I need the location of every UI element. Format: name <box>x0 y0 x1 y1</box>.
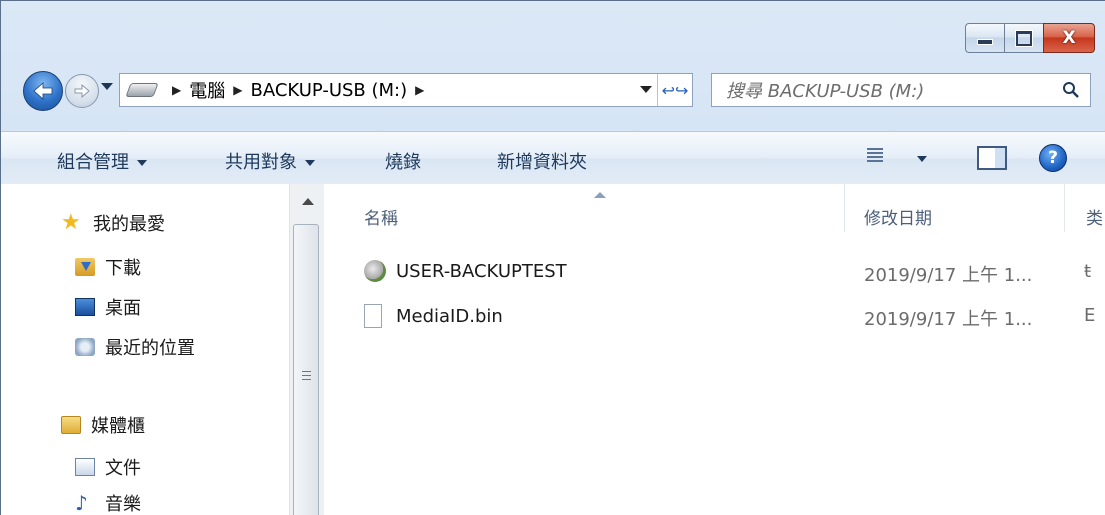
chevron-down-icon <box>305 160 315 166</box>
command-bar: 組合管理 共用對象 燒錄 新增資料夾 ? <box>1 131 1105 185</box>
refresh-button[interactable]: ↩↪ <box>657 74 692 106</box>
library-folder-icon <box>61 416 81 434</box>
drive-icon <box>125 83 159 97</box>
file-row[interactable]: USER-BACKUPTEST 2019/9/17 上午 1... ŧ <box>364 256 1105 286</box>
grip-icon <box>302 371 311 383</box>
share-menu[interactable]: 共用對象 <box>225 148 315 174</box>
forward-button[interactable] <box>65 74 99 108</box>
address-history-dropdown[interactable] <box>640 86 652 93</box>
sidebar-item-label: 我的最愛 <box>93 214 165 235</box>
search-input[interactable] <box>712 74 1048 108</box>
sidebar-item-desktop[interactable]: 桌面 <box>75 294 141 320</box>
sidebar-favorites[interactable]: ★ 我的最愛 <box>61 210 165 236</box>
refresh-icon: ↩↪ <box>661 80 689 100</box>
share-label: 共用對象 <box>225 152 297 173</box>
desktop-icon <box>75 298 95 316</box>
search-box <box>711 73 1091 108</box>
organize-menu[interactable]: 組合管理 <box>57 148 147 174</box>
breadcrumb-separator-icon[interactable]: ▶ <box>172 83 181 97</box>
file-name: USER-BACKUPTEST <box>396 260 567 282</box>
column-name[interactable]: 名稱 <box>364 204 398 229</box>
sidebar-item-label: 桌面 <box>105 298 141 319</box>
sidebar-item-label: 媒體櫃 <box>91 416 145 437</box>
explorer-window: X ▶ 電腦 ▶ BACKUP-USB (M:) ▶ ↩↪ 組合管理 共用對象 … <box>0 0 1105 515</box>
sidebar-item-documents[interactable]: 文件 <box>75 454 141 480</box>
maximize-button[interactable] <box>1004 23 1044 53</box>
burn-button[interactable]: 燒錄 <box>385 148 421 174</box>
file-icon <box>364 304 382 328</box>
file-name-cell: USER-BACKUPTEST <box>364 260 567 282</box>
sidebar-item-label: 音樂 <box>105 494 141 515</box>
column-divider[interactable] <box>1064 184 1065 232</box>
column-date-modified[interactable]: 修改日期 <box>864 204 932 229</box>
address-bar[interactable]: ▶ 電腦 ▶ BACKUP-USB (M:) ▶ ↩↪ <box>119 73 693 107</box>
scroll-up-arrow-icon[interactable] <box>302 198 314 205</box>
back-button[interactable] <box>23 71 63 111</box>
search-icon[interactable] <box>1062 81 1080 99</box>
maximize-icon <box>1016 30 1032 46</box>
chevron-down-icon[interactable] <box>917 156 927 162</box>
navigation-bar: ▶ 電腦 ▶ BACKUP-USB (M:) ▶ ↩↪ <box>23 69 1095 111</box>
column-divider[interactable] <box>844 184 845 232</box>
caption-buttons: X <box>965 23 1095 53</box>
sidebar-item-recent-places[interactable]: 最近的位置 <box>75 334 195 360</box>
back-arrow-icon <box>33 82 53 100</box>
file-name: MediaID.bin <box>396 305 503 327</box>
sort-ascending-icon <box>594 192 606 198</box>
file-date: 2019/9/17 上午 1... <box>864 309 1033 330</box>
backup-icon <box>364 260 386 282</box>
music-note-icon: ♪ <box>75 491 88 515</box>
navigation-pane: ★ 我的最愛 下載 桌面 最近的位置 媒體櫃 文件 ♪ 音樂 <box>1 184 324 515</box>
file-type: E <box>1084 305 1096 326</box>
sidebar-scrollbar[interactable] <box>289 184 324 515</box>
chevron-down-icon <box>137 160 147 166</box>
sidebar-item-music[interactable]: ♪ 音樂 <box>75 490 141 515</box>
organize-label: 組合管理 <box>57 152 129 173</box>
column-headers: 名稱 修改日期 类 <box>324 184 1105 234</box>
recent-pages-dropdown[interactable] <box>101 83 113 90</box>
sidebar-item-label: 文件 <box>105 458 141 479</box>
downloads-folder-icon <box>75 258 95 276</box>
breadcrumb-separator-icon[interactable]: ▶ <box>233 83 242 97</box>
sidebar-libraries[interactable]: 媒體櫃 <box>61 412 145 438</box>
sidebar-item-label: 最近的位置 <box>105 338 195 359</box>
file-list: 名稱 修改日期 类 USER-BACKUPTEST 2019/9/17 上午 1… <box>324 184 1105 515</box>
file-name-cell: MediaID.bin <box>364 304 503 328</box>
preview-pane-icon[interactable] <box>977 146 1007 170</box>
close-icon: X <box>1062 28 1076 48</box>
sidebar-item-downloads[interactable]: 下載 <box>75 254 141 280</box>
close-button[interactable]: X <box>1043 23 1095 53</box>
breadcrumb-separator-icon[interactable]: ▶ <box>415 83 424 97</box>
view-options-icon[interactable] <box>867 148 883 166</box>
new-folder-button[interactable]: 新增資料夾 <box>497 148 587 174</box>
forward-arrow-icon <box>74 84 90 98</box>
sidebar-item-label: 下載 <box>105 258 141 279</box>
star-icon: ★ <box>61 210 81 235</box>
content-area: ★ 我的最愛 下載 桌面 最近的位置 媒體櫃 文件 ♪ 音樂 名稱 修改日期 类 <box>1 184 1105 515</box>
file-row[interactable]: MediaID.bin 2019/9/17 上午 1... E <box>364 300 1105 330</box>
documents-icon <box>75 458 95 476</box>
help-icon[interactable]: ? <box>1039 144 1067 172</box>
scroll-thumb[interactable] <box>293 224 319 515</box>
file-type: ŧ <box>1084 261 1092 282</box>
recent-places-icon <box>75 338 95 356</box>
minimize-button[interactable] <box>965 23 1005 53</box>
column-type[interactable]: 类 <box>1086 204 1103 229</box>
minimize-icon <box>977 39 993 45</box>
file-date: 2019/9/17 上午 1... <box>864 265 1033 286</box>
breadcrumb-drive[interactable]: BACKUP-USB (M:) <box>250 80 407 101</box>
breadcrumb-computer[interactable]: 電腦 <box>189 77 225 103</box>
